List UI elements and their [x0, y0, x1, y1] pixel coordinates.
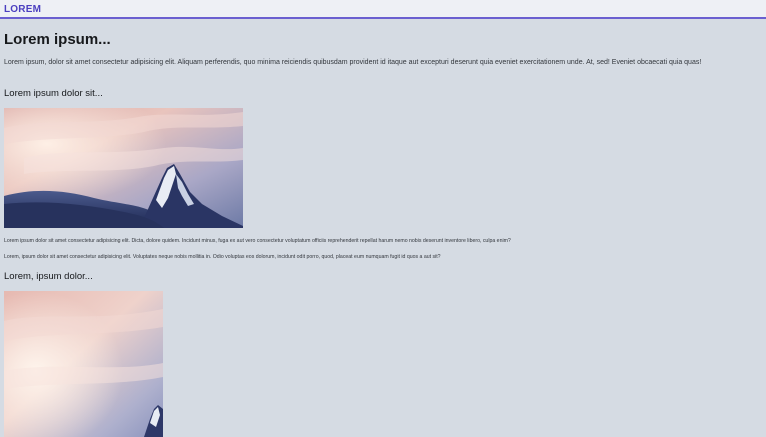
top-navbar: LOREM [0, 0, 766, 19]
paragraph-1: Lorem ipsum dolor sit amet consectetur a… [4, 238, 511, 244]
brand-logo-text[interactable]: LOREM [4, 4, 41, 15]
section-heading-2: Lorem, ipsum dolor... [4, 271, 93, 282]
intro-paragraph: Lorem ipsum, dolor sit amet consectetur … [4, 59, 702, 66]
section-heading-1: Lorem ipsum dolor sit... [4, 88, 103, 99]
mountain-image-2 [4, 291, 163, 437]
mountain-image-1 [4, 108, 243, 228]
paragraph-2: Lorem, ipsum dolor sit amet consectetur … [4, 254, 441, 260]
page-title: Lorem ipsum... [4, 31, 111, 48]
